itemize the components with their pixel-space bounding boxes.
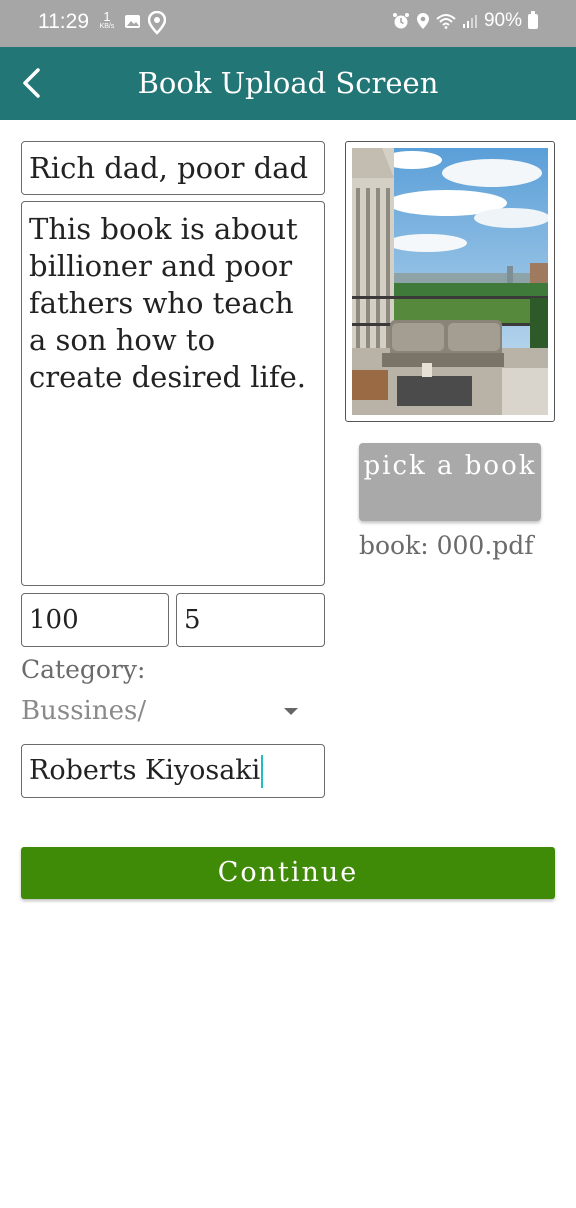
app-bar: Book Upload Screen: [0, 47, 576, 120]
battery-icon: [528, 10, 538, 29]
cover-photo: [352, 148, 548, 415]
network-speed-value: 1: [103, 9, 111, 24]
dropdown-arrow-icon[interactable]: [284, 708, 298, 715]
selected-file-label: book: 000.pdf: [359, 531, 534, 560]
author-value: Roberts Kiyosaki: [29, 755, 261, 786]
author-input[interactable]: Roberts Kiyosaki: [21, 744, 325, 798]
category-selected-value: Bussines/: [21, 696, 147, 726]
status-right: 90%: [392, 10, 538, 32]
battery-percent: 90%: [483, 10, 522, 31]
book-description-textarea[interactable]: This book is about billioner and poor fa…: [21, 201, 325, 586]
book-pages-input[interactable]: 5: [176, 593, 325, 647]
continue-button[interactable]: Continue: [21, 847, 555, 899]
status-bar: 11:29 1 KB/s 90%: [0, 0, 576, 47]
gallery-icon: [125, 15, 140, 28]
network-speed: 1 KB/s: [96, 10, 118, 30]
page-title: Book Upload Screen: [137, 66, 439, 100]
wifi-icon: [436, 14, 456, 29]
book-price-input[interactable]: 100: [21, 593, 169, 647]
category-label: Category:: [21, 655, 146, 684]
network-speed-unit: KB/s: [99, 23, 115, 30]
pick-book-button[interactable]: pick a book: [359, 443, 541, 521]
category-dropdown[interactable]: Bussines/: [21, 696, 305, 732]
alarm-icon: [392, 13, 409, 29]
status-time: 11:29: [38, 10, 89, 33]
location-pin-icon: [148, 11, 166, 35]
location-icon: [416, 13, 429, 29]
signal-icon: [462, 15, 477, 28]
text-cursor: [261, 755, 264, 788]
book-title-input[interactable]: Rich dad, poor dad: [21, 141, 325, 195]
book-cover-image[interactable]: [345, 141, 555, 422]
